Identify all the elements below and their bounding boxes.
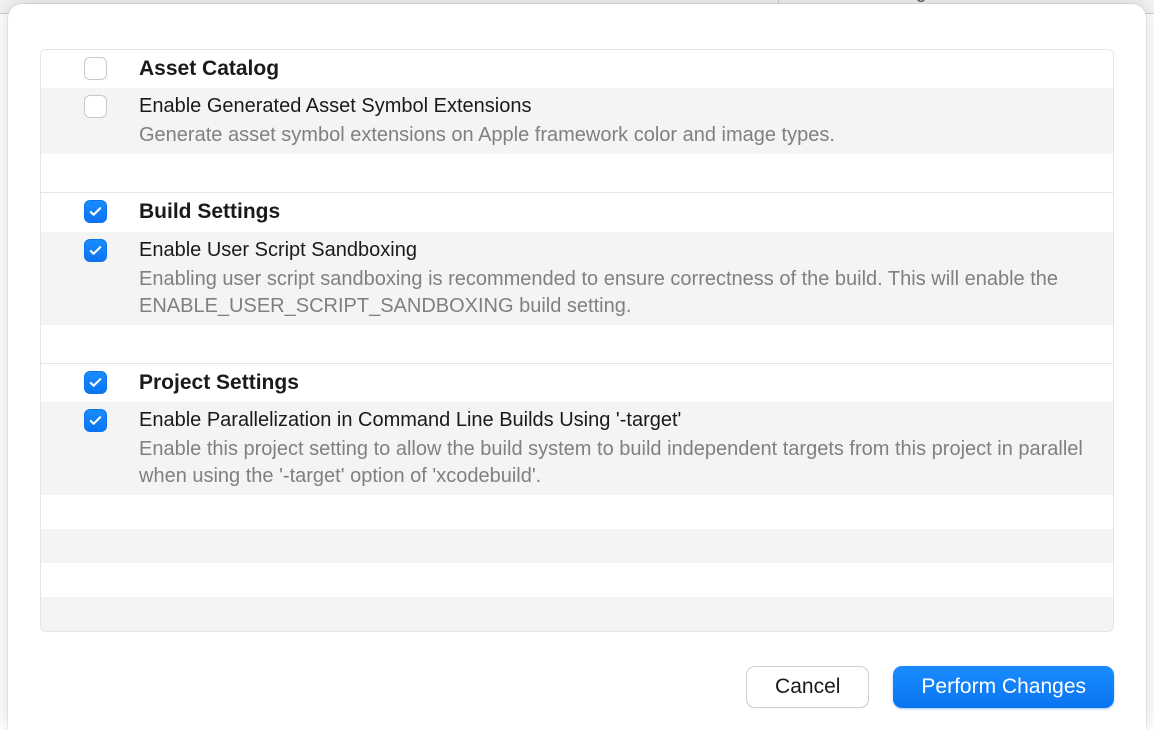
- checkbox-project-settings[interactable]: [84, 371, 107, 394]
- setting-title: Enable Generated Asset Symbol Extensions: [139, 93, 1093, 120]
- checkbox-asset-catalog[interactable]: [84, 57, 107, 80]
- setting-row: Enable Parallelization in Command Line B…: [41, 402, 1113, 495]
- section-header-row: Build Settings: [41, 193, 1113, 231]
- checkmark-icon: [88, 413, 103, 428]
- section-project-settings: Project Settings Enable Parallelization …: [41, 363, 1113, 495]
- cancel-button[interactable]: Cancel: [746, 666, 869, 708]
- checkbox-enable-parallelization[interactable]: [84, 409, 107, 432]
- section-header-row: Asset Catalog: [41, 50, 1113, 88]
- empty-row: [41, 495, 1113, 529]
- section-build-settings: Build Settings Enable User Script Sandbo…: [41, 192, 1113, 324]
- setting-description: Generate asset symbol extensions on Appl…: [139, 122, 1093, 149]
- section-title: Project Settings: [139, 369, 1093, 397]
- setting-title: Enable Parallelization in Command Line B…: [139, 407, 1093, 434]
- empty-row: [41, 563, 1113, 597]
- section-title: Asset Catalog: [139, 55, 1093, 83]
- perform-changes-button[interactable]: Perform Changes: [893, 666, 1114, 708]
- checkmark-icon: [88, 204, 103, 219]
- setting-description: Enabling user script sandboxing is recom…: [139, 266, 1093, 320]
- section-gap: [41, 325, 1113, 363]
- setting-row: Enable Generated Asset Symbol Extensions…: [41, 88, 1113, 154]
- setting-row: Enable User Script Sandboxing Enabling u…: [41, 232, 1113, 325]
- empty-row: [41, 597, 1113, 631]
- section-header-row: Project Settings: [41, 364, 1113, 402]
- modal-sheet: Asset Catalog Enable Generated Asset Sym…: [8, 4, 1146, 730]
- setting-title: Enable User Script Sandboxing: [139, 237, 1093, 264]
- section-asset-catalog: Asset Catalog Enable Generated Asset Sym…: [41, 50, 1113, 154]
- settings-table: Asset Catalog Enable Generated Asset Sym…: [40, 49, 1114, 632]
- checkbox-enable-user-script-sandboxing[interactable]: [84, 239, 107, 262]
- empty-row: [41, 529, 1113, 563]
- setting-description: Enable this project setting to allow the…: [139, 436, 1093, 490]
- checkmark-icon: [88, 375, 103, 390]
- checkmark-icon: [88, 243, 103, 258]
- section-title: Build Settings: [139, 198, 1093, 226]
- section-gap: [41, 154, 1113, 192]
- button-row: Cancel Perform Changes: [746, 666, 1114, 708]
- checkbox-enable-generated-asset-symbol-extensions[interactable]: [84, 95, 107, 118]
- checkbox-build-settings[interactable]: [84, 200, 107, 223]
- filler-rows: [41, 495, 1113, 631]
